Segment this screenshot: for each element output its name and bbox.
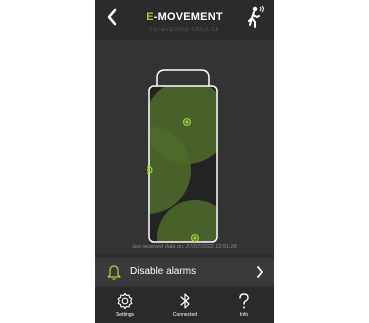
tab-settings-label: Settings — [115, 312, 135, 318]
gear-icon — [117, 292, 133, 310]
app-screen: E-MOVEMENT caravaning-shop.sk last recei… — [95, 0, 274, 323]
tab-settings[interactable]: Settings — [95, 288, 155, 323]
tab-info-label: Info — [239, 312, 249, 318]
walking-person-icon[interactable] — [244, 5, 266, 29]
device-diagram — [147, 69, 218, 243]
disable-alarms-button[interactable]: Disable alarms — [95, 258, 274, 286]
bell-icon — [107, 265, 121, 280]
question-icon — [239, 293, 249, 309]
tab-connected-label: Connected — [172, 312, 198, 318]
bluetooth-icon — [180, 293, 190, 309]
app-header: E-MOVEMENT caravaning-shop.sk — [95, 0, 274, 40]
tab-connected[interactable]: Connected — [155, 288, 215, 323]
device-view: last received data on: 27/07/2022 13:51:… — [95, 40, 274, 254]
tab-bar: Settings Connected Info — [95, 288, 274, 323]
disable-alarms-label: Disable alarms — [130, 266, 197, 277]
chevron-right-icon — [257, 266, 263, 278]
title-rest: -MOVEMENT — [153, 11, 223, 23]
tab-info[interactable]: Info — [214, 288, 274, 323]
title-accent: E — [146, 11, 154, 23]
last-received-text: last received data on: 27/07/2022 13:51:… — [132, 244, 237, 250]
